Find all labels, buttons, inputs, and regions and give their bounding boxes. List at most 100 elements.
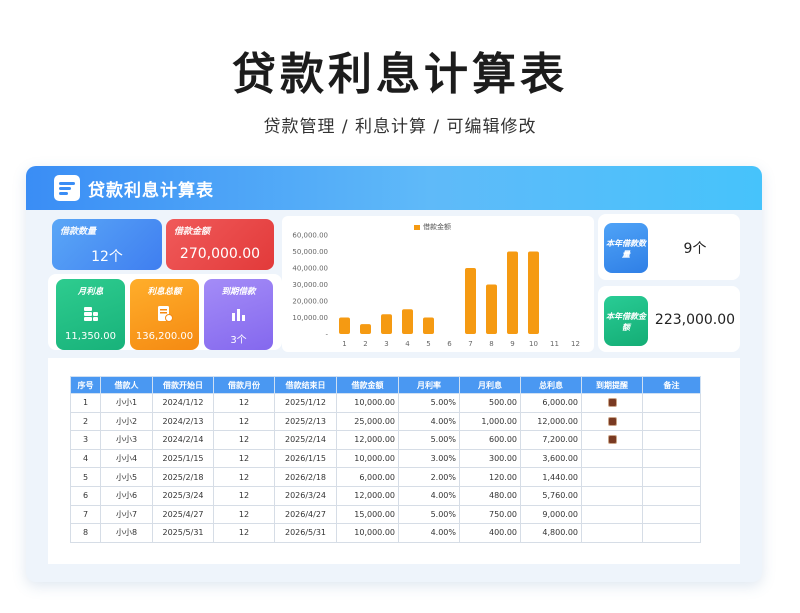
- cell-amount[interactable]: 10,000.00: [336, 448, 399, 469]
- cell-amount[interactable]: 12,000.00: [336, 430, 399, 450]
- cell-rate[interactable]: 4.00%: [398, 485, 460, 506]
- cell-due-alert[interactable]: [581, 485, 643, 506]
- cell-no[interactable]: 2: [70, 411, 101, 432]
- cell-months[interactable]: 12: [213, 393, 275, 413]
- table-row[interactable]: 7 小小7 2025/4/27 12 2026/4/27 15,000.00 5.00% 75…: [70, 504, 701, 525]
- table-row[interactable]: 2 小小2 2024/2/13 12 2025/2/13 25,000.00 4.00% 1,…: [70, 411, 701, 432]
- column-header[interactable]: 序号: [70, 376, 101, 394]
- cell-no[interactable]: 3: [70, 430, 101, 450]
- cell-monthly[interactable]: 1,000.00: [459, 411, 521, 432]
- cell-months[interactable]: 12: [213, 430, 275, 450]
- cell-months[interactable]: 12: [213, 448, 275, 469]
- cell-note[interactable]: [642, 411, 701, 432]
- cell-end[interactable]: 2025/2/14: [274, 430, 337, 450]
- cell-start[interactable]: 2025/5/31: [152, 523, 214, 543]
- cell-borrower[interactable]: 小小7: [100, 504, 153, 525]
- cell-start[interactable]: 2025/2/18: [152, 467, 214, 487]
- cell-note[interactable]: [642, 504, 701, 525]
- cell-total[interactable]: 4,800.00: [520, 523, 582, 543]
- cell-total[interactable]: 1,440.00: [520, 467, 582, 487]
- cell-end[interactable]: 2026/1/15: [274, 448, 337, 469]
- table-row[interactable]: 6 小小6 2025/3/24 12 2026/3/24 12,000.00 4.00% 48…: [70, 485, 701, 506]
- table-row[interactable]: 5 小小5 2025/2/18 12 2026/2/18 6,000.00 2.00% 120…: [70, 467, 701, 487]
- cell-start[interactable]: 2025/4/27: [152, 504, 214, 525]
- cell-monthly[interactable]: 120.00: [459, 467, 521, 487]
- cell-no[interactable]: 1: [70, 393, 101, 413]
- cell-no[interactable]: 4: [70, 448, 101, 469]
- cell-months[interactable]: 12: [213, 411, 275, 432]
- cell-due-alert[interactable]: [581, 430, 643, 450]
- cell-amount[interactable]: 10,000.00: [336, 393, 399, 413]
- cell-due-alert[interactable]: [581, 411, 643, 432]
- cell-months[interactable]: 12: [213, 467, 275, 487]
- cell-start[interactable]: 2025/3/24: [152, 485, 214, 506]
- column-header[interactable]: 借款开始日: [152, 376, 214, 394]
- column-header[interactable]: 借款月份: [213, 376, 275, 394]
- cell-amount[interactable]: 6,000.00: [336, 467, 399, 487]
- cell-rate[interactable]: 5.00%: [398, 430, 460, 450]
- cell-borrower[interactable]: 小小5: [100, 467, 153, 487]
- cell-start[interactable]: 2025/1/15: [152, 448, 214, 469]
- cell-monthly[interactable]: 600.00: [459, 430, 521, 450]
- cell-no[interactable]: 5: [70, 467, 101, 487]
- cell-rate[interactable]: 2.00%: [398, 467, 460, 487]
- cell-rate[interactable]: 5.00%: [398, 393, 460, 413]
- cell-due-alert[interactable]: [581, 393, 643, 413]
- cell-monthly[interactable]: 480.00: [459, 485, 521, 506]
- cell-note[interactable]: [642, 430, 701, 450]
- column-header[interactable]: 备注: [642, 376, 701, 394]
- cell-rate[interactable]: 3.00%: [398, 448, 460, 469]
- cell-due-alert[interactable]: [581, 467, 643, 487]
- table-row[interactable]: 8 小小8 2025/5/31 12 2026/5/31 10,000.00 4.00% 40…: [70, 523, 701, 543]
- cell-rate[interactable]: 5.00%: [398, 504, 460, 525]
- column-header[interactable]: 到期提醒: [581, 376, 643, 394]
- cell-end[interactable]: 2026/3/24: [274, 485, 337, 506]
- column-header[interactable]: 总利息: [520, 376, 582, 394]
- cell-note[interactable]: [642, 393, 701, 413]
- table-row[interactable]: 1 小小1 2024/1/12 12 2025/1/12 10,000.00 5.00% 50…: [70, 393, 701, 413]
- cell-due-alert[interactable]: [581, 448, 643, 469]
- cell-start[interactable]: 2024/2/13: [152, 411, 214, 432]
- table-row[interactable]: 4 小小4 2025/1/15 12 2026/1/15 10,000.00 3.00% 30…: [70, 448, 701, 469]
- cell-start[interactable]: 2024/1/12: [152, 393, 214, 413]
- table-row[interactable]: 3 小小3 2024/2/14 12 2025/2/14 12,000.00 5.00% 60…: [70, 430, 701, 450]
- cell-total[interactable]: 5,760.00: [520, 485, 582, 506]
- cell-amount[interactable]: 12,000.00: [336, 485, 399, 506]
- cell-months[interactable]: 12: [213, 504, 275, 525]
- cell-no[interactable]: 6: [70, 485, 101, 506]
- column-header[interactable]: 借款人: [100, 376, 153, 394]
- column-header[interactable]: 借款结束日: [274, 376, 337, 394]
- cell-end[interactable]: 2026/2/18: [274, 467, 337, 487]
- cell-rate[interactable]: 4.00%: [398, 411, 460, 432]
- cell-monthly[interactable]: 300.00: [459, 448, 521, 469]
- cell-months[interactable]: 12: [213, 485, 275, 506]
- cell-total[interactable]: 9,000.00: [520, 504, 582, 525]
- cell-borrower[interactable]: 小小6: [100, 485, 153, 506]
- cell-rate[interactable]: 4.00%: [398, 523, 460, 543]
- cell-total[interactable]: 7,200.00: [520, 430, 582, 450]
- cell-borrower[interactable]: 小小1: [100, 393, 153, 413]
- cell-note[interactable]: [642, 523, 701, 543]
- cell-monthly[interactable]: 750.00: [459, 504, 521, 525]
- cell-months[interactable]: 12: [213, 523, 275, 543]
- cell-no[interactable]: 7: [70, 504, 101, 525]
- cell-borrower[interactable]: 小小4: [100, 448, 153, 469]
- cell-end[interactable]: 2026/5/31: [274, 523, 337, 543]
- cell-due-alert[interactable]: [581, 523, 643, 543]
- cell-borrower[interactable]: 小小8: [100, 523, 153, 543]
- cell-amount[interactable]: 15,000.00: [336, 504, 399, 525]
- cell-borrower[interactable]: 小小2: [100, 411, 153, 432]
- column-header[interactable]: 借款金额: [336, 376, 399, 394]
- cell-start[interactable]: 2024/2/14: [152, 430, 214, 450]
- cell-monthly[interactable]: 500.00: [459, 393, 521, 413]
- cell-monthly[interactable]: 400.00: [459, 523, 521, 543]
- cell-amount[interactable]: 25,000.00: [336, 411, 399, 432]
- column-header[interactable]: 月利息: [459, 376, 521, 394]
- cell-amount[interactable]: 10,000.00: [336, 523, 399, 543]
- cell-end[interactable]: 2026/4/27: [274, 504, 337, 525]
- cell-note[interactable]: [642, 467, 701, 487]
- cell-note[interactable]: [642, 485, 701, 506]
- cell-total[interactable]: 12,000.00: [520, 411, 582, 432]
- column-header[interactable]: 月利率: [398, 376, 460, 394]
- cell-total[interactable]: 6,000.00: [520, 393, 582, 413]
